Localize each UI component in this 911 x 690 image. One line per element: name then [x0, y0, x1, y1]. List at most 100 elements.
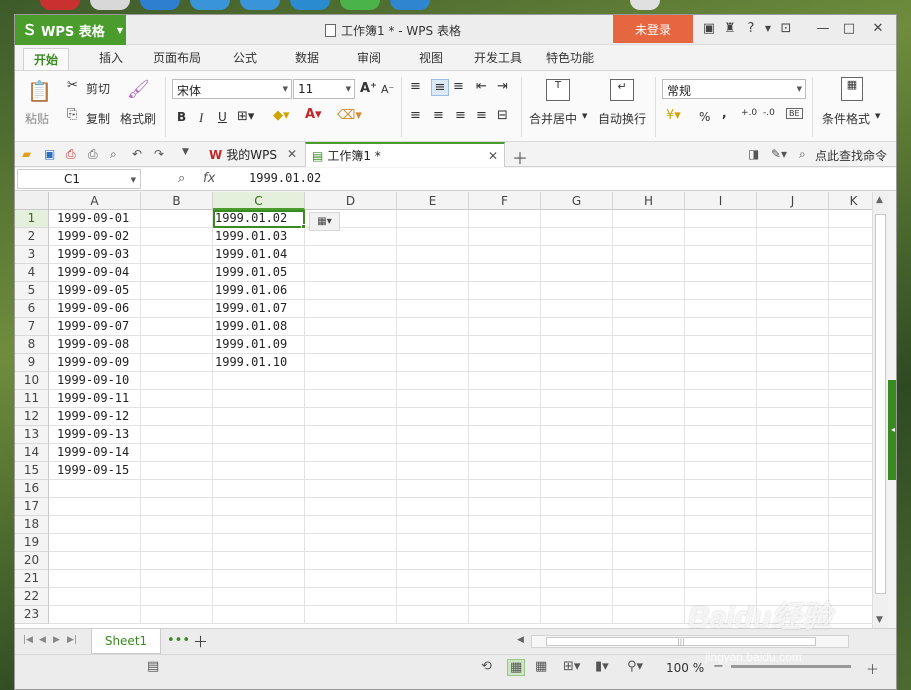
cell-b2[interactable]: [141, 228, 213, 246]
row-header[interactable]: 13: [15, 426, 49, 444]
shirt-theme-icon[interactable]: ♜: [722, 21, 738, 37]
formula-input[interactable]: 1999.01.02: [249, 169, 896, 189]
cell-f9[interactable]: [469, 354, 541, 372]
cell-i14[interactable]: [685, 444, 757, 462]
paste-options-icon[interactable]: ▦▾: [309, 212, 340, 231]
justify-icon[interactable]: ≡: [476, 108, 487, 123]
side-panel-toggle[interactable]: ◂: [888, 380, 896, 480]
close-tab-icon[interactable]: ✕: [488, 149, 498, 163]
cell-c2[interactable]: 1999.01.03: [213, 228, 305, 246]
cell-k20[interactable]: [829, 552, 872, 570]
cell-k19[interactable]: [829, 534, 872, 552]
cell-i15[interactable]: [685, 462, 757, 480]
cell-g6[interactable]: [541, 300, 613, 318]
cell-k17[interactable]: [829, 498, 872, 516]
cell-a19[interactable]: [49, 534, 141, 552]
cell-k13[interactable]: [829, 426, 872, 444]
cell-k22[interactable]: [829, 588, 872, 606]
undo-icon[interactable]: ↶: [132, 147, 142, 161]
cell-j17[interactable]: [757, 498, 829, 516]
more-sheets-icon[interactable]: •••: [167, 633, 190, 648]
sidebar-toggle-icon[interactable]: ◨: [748, 147, 759, 161]
tab-view[interactable]: 视图: [419, 49, 443, 66]
tab-workbook1[interactable]: ▤ 工作簿1 * ✕: [305, 142, 505, 167]
cell-k14[interactable]: [829, 444, 872, 462]
cell-i17[interactable]: [685, 498, 757, 516]
cell-i21[interactable]: [685, 570, 757, 588]
cell-c21[interactable]: [213, 570, 305, 588]
help-icon[interactable]: ?: [743, 21, 759, 37]
cell-e23[interactable]: [397, 606, 469, 624]
align-middle-icon[interactable]: ≡: [431, 79, 449, 96]
cell-h11[interactable]: [613, 390, 685, 408]
column-header-a[interactable]: A: [49, 192, 141, 210]
cell-a23[interactable]: [49, 606, 141, 624]
cell-k9[interactable]: [829, 354, 872, 372]
cell-f13[interactable]: [469, 426, 541, 444]
cell-c1[interactable]: 1999.01.02: [213, 210, 305, 228]
cell-g20[interactable]: [541, 552, 613, 570]
history-icon[interactable]: ⟲: [481, 659, 492, 674]
row-header[interactable]: 6: [15, 300, 49, 318]
cell-k18[interactable]: [829, 516, 872, 534]
cell-e1[interactable]: [397, 210, 469, 228]
row-header[interactable]: 1: [15, 210, 49, 228]
row-header[interactable]: 7: [15, 318, 49, 336]
clear-format-icon[interactable]: ⌫▾: [337, 108, 362, 123]
horizontal-scrollbar[interactable]: |||: [531, 635, 849, 648]
cell-i16[interactable]: [685, 480, 757, 498]
cell-h23[interactable]: [613, 606, 685, 624]
spreadsheet-grid[interactable]: A B C D E F G H I J K 1 1999-09-01 1999.01.02 2 1999-09…: [15, 192, 872, 628]
cell-i10[interactable]: [685, 372, 757, 390]
name-box[interactable]: C1 ▼: [17, 169, 141, 189]
paste-button[interactable]: 粘贴: [25, 110, 49, 127]
cell-b4[interactable]: [141, 264, 213, 282]
cell-d11[interactable]: [305, 390, 397, 408]
cell-j16[interactable]: [757, 480, 829, 498]
cell-k6[interactable]: [829, 300, 872, 318]
increase-font-icon[interactable]: A⁺: [360, 81, 377, 96]
column-header-j[interactable]: J: [757, 192, 829, 210]
cell-h3[interactable]: [613, 246, 685, 264]
cell-d17[interactable]: [305, 498, 397, 516]
cell-h7[interactable]: [613, 318, 685, 336]
cell-e18[interactable]: [397, 516, 469, 534]
skin-icon[interactable]: ▣: [701, 21, 717, 37]
cell-a9[interactable]: 1999-09-09: [49, 354, 141, 372]
cell-e15[interactable]: [397, 462, 469, 480]
cell-e11[interactable]: [397, 390, 469, 408]
indent-decrease-icon[interactable]: ⇤: [476, 79, 487, 94]
percent-button[interactable]: %: [699, 110, 710, 124]
cell-h17[interactable]: [613, 498, 685, 516]
print-icon[interactable]: ⎙: [88, 147, 98, 162]
format-painter-button[interactable]: 格式刷: [120, 110, 156, 127]
minimize-icon[interactable]: —: [815, 21, 831, 37]
cell-c8[interactable]: 1999.01.09: [213, 336, 305, 354]
cell-f18[interactable]: [469, 516, 541, 534]
save-icon[interactable]: ▣: [44, 147, 55, 161]
chevron-down-icon[interactable]: ▼: [875, 112, 880, 120]
cell-b22[interactable]: [141, 588, 213, 606]
cell-e9[interactable]: [397, 354, 469, 372]
cell-d3[interactable]: [305, 246, 397, 264]
cell-a7[interactable]: 1999-09-07: [49, 318, 141, 336]
cell-h14[interactable]: [613, 444, 685, 462]
cell-f17[interactable]: [469, 498, 541, 516]
column-header-h[interactable]: H: [613, 192, 685, 210]
select-all-corner[interactable]: [15, 192, 49, 210]
cell-d7[interactable]: [305, 318, 397, 336]
cell-g15[interactable]: [541, 462, 613, 480]
cell-k3[interactable]: [829, 246, 872, 264]
cell-g12[interactable]: [541, 408, 613, 426]
zoom-level[interactable]: 100 %: [666, 661, 704, 675]
normal-view-icon[interactable]: ▦: [507, 659, 526, 676]
cell-d16[interactable]: [305, 480, 397, 498]
cell-e12[interactable]: [397, 408, 469, 426]
tab-data[interactable]: 数据: [295, 49, 319, 66]
cell-h8[interactable]: [613, 336, 685, 354]
scroll-up-icon[interactable]: ▲: [876, 195, 883, 205]
cell-a12[interactable]: 1999-09-12: [49, 408, 141, 426]
cell-g13[interactable]: [541, 426, 613, 444]
export-pdf-icon[interactable]: ⎙: [66, 147, 76, 162]
insert-function-icon[interactable]: fx: [203, 171, 215, 186]
